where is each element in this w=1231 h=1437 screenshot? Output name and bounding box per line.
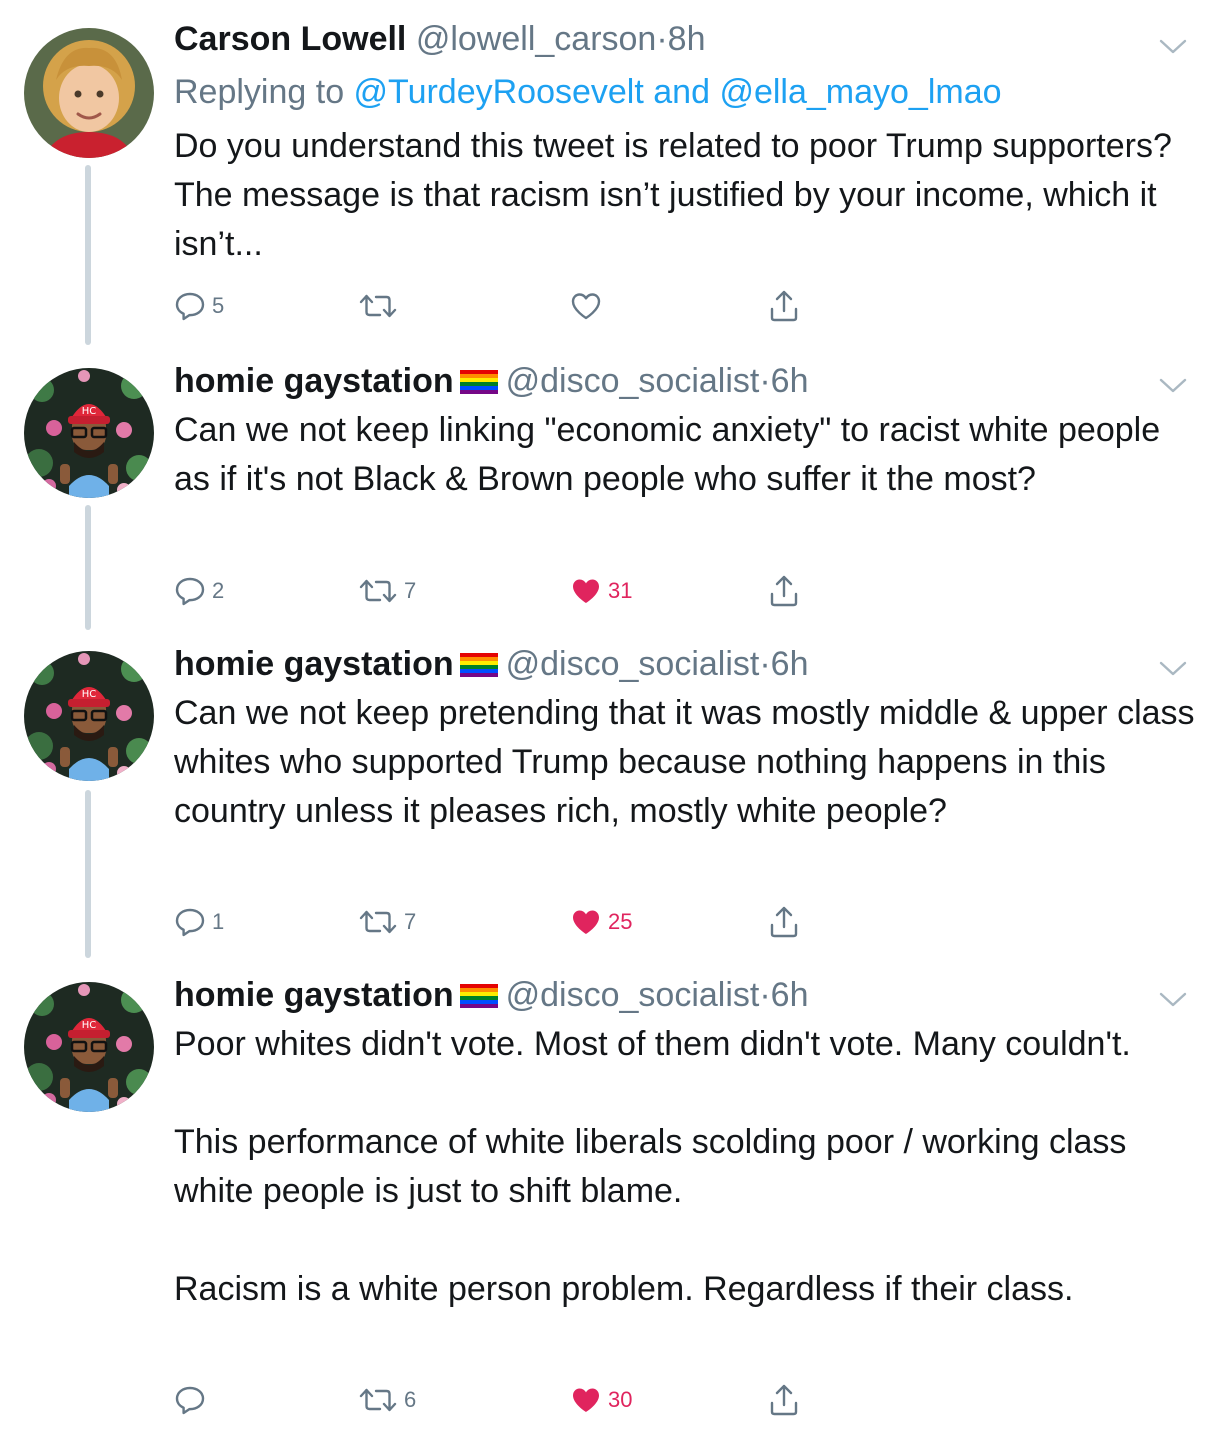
retweet-count: 7 [404,578,417,603]
reply-icon [174,906,206,938]
timestamp[interactable]: 8h [668,20,706,58]
avatar[interactable] [24,28,154,158]
like-button[interactable]: 25 [570,902,632,942]
reply-button[interactable] [174,1380,212,1420]
retweet-icon [358,292,398,320]
like-icon [570,1385,602,1415]
retweet-count: 7 [404,909,417,934]
tweet-actions: 6 30 [174,1380,814,1420]
mention-link[interactable]: @ella_mayo_lmao [719,73,1001,111]
like-count: 30 [608,1387,633,1412]
retweet-button[interactable]: 7 [358,902,416,942]
tweet[interactable]: homie gaystation @disco_socialist·6h Can … [0,360,1231,630]
separator: · [759,362,771,400]
tweet-text: Can we not keep pretending that it was m… [174,694,1204,830]
timestamp[interactable]: 6h [771,362,809,400]
display-name[interactable]: homie gaystation [174,362,454,400]
replying-to: Replying to @TurdeyRoosevelt and @ella_m… [174,70,1002,114]
tweet-text: Can we not keep linking "economic anxiet… [174,411,1170,498]
user-handle[interactable]: @disco_socialist [506,645,760,683]
display-name[interactable]: homie gaystation [174,645,454,683]
tweet-actions: 5 [174,286,814,326]
tweet[interactable]: homie gaystation @disco_socialist·6h Can … [0,643,1231,958]
user-handle[interactable]: @lowell_carson [416,20,657,58]
like-icon [570,576,602,606]
reply-count: 1 [212,909,225,934]
reply-button[interactable]: 2 [174,571,224,611]
display-name[interactable]: homie gaystation [174,976,454,1014]
reply-icon [174,575,206,607]
rainbow-flag-icon [460,370,498,394]
user-handle[interactable]: @disco_socialist [506,362,760,400]
share-button[interactable] [768,1380,800,1420]
like-count: 25 [608,909,633,934]
tweet-actions: 1 7 25 [174,902,814,942]
avatar[interactable] [24,982,154,1112]
retweet-button[interactable]: 6 [358,1380,416,1420]
retweet-count: 6 [404,1387,417,1412]
replying-to-label: Replying to [174,73,354,111]
like-icon [570,907,602,937]
user-handle[interactable]: @disco_socialist [506,976,760,1014]
like-icon [570,291,602,321]
tweet-header: homie gaystation @disco_socialist·6h [174,360,809,402]
retweet-button[interactable] [358,286,404,326]
share-icon [768,1383,800,1417]
share-icon [768,289,800,323]
reply-button[interactable]: 1 [174,902,224,942]
mention-link[interactable]: @TurdeyRoosevelt [354,73,644,111]
replying-to-and: and [643,73,720,111]
share-icon [768,574,800,608]
tweet-header: homie gaystation @disco_socialist·6h [174,643,809,685]
separator: · [759,645,771,683]
separator: · [656,20,668,58]
chevron-down-icon[interactable] [1158,375,1188,395]
share-button[interactable] [768,902,800,942]
reply-button[interactable]: 5 [174,286,224,326]
timestamp[interactable]: 6h [771,976,809,1014]
retweet-icon [358,1386,398,1414]
timestamp[interactable]: 6h [771,645,809,683]
tweet-header: Carson Lowell @lowell_carson·8h [174,18,706,60]
share-button[interactable] [768,571,800,611]
avatar[interactable] [24,368,154,498]
reply-count: 2 [212,578,225,603]
tweet-text: Poor whites didn't vote. Most of them di… [174,1025,1131,1308]
share-button[interactable] [768,286,800,326]
reply-icon [174,1384,206,1416]
retweet-icon [358,577,398,605]
separator: · [759,976,771,1014]
rainbow-flag-icon [460,653,498,677]
like-button[interactable]: 31 [570,571,632,611]
avatar[interactable] [24,651,154,781]
share-icon [768,905,800,939]
like-button[interactable]: 30 [570,1380,632,1420]
reply-count: 5 [212,293,225,318]
tweet-header: homie gaystation @disco_socialist·6h [174,974,809,1016]
retweet-icon [358,908,398,936]
like-count: 31 [608,578,633,603]
like-button[interactable] [570,286,608,326]
chevron-down-icon[interactable] [1158,989,1188,1009]
tweet[interactable]: Carson Lowell @lowell_carson·8h Replying… [0,18,1231,348]
retweet-button[interactable]: 7 [358,571,416,611]
rainbow-flag-icon [460,984,498,1008]
tweet-actions: 2 7 31 [174,571,814,611]
tweet-text: Do you understand this tweet is related … [174,127,1181,263]
chevron-down-icon[interactable] [1158,36,1188,56]
display-name[interactable]: Carson Lowell [174,20,406,58]
tweet[interactable]: homie gaystation @disco_socialist·6h Poor… [0,974,1231,1429]
chevron-down-icon[interactable] [1158,658,1188,678]
reply-icon [174,290,206,322]
